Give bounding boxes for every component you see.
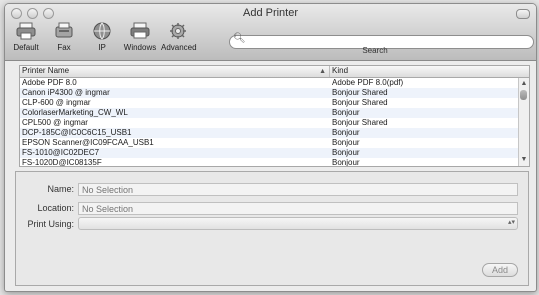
print-using-label: Print Using: bbox=[27, 219, 74, 229]
name-label: Name: bbox=[47, 184, 74, 194]
toolbar-fax-label: Fax bbox=[57, 43, 71, 52]
print-using-select[interactable]: ▴▾ bbox=[78, 217, 518, 230]
printer-details-panel: Name: Location: Print Using: ▴▾ Add bbox=[15, 171, 529, 286]
gear-icon bbox=[161, 20, 195, 42]
printer-kind-cell: Bonjour Shared bbox=[332, 118, 388, 127]
printer-name-cell: Adobe PDF 8.0 bbox=[22, 78, 77, 87]
printer-kind-cell: Bonjour bbox=[332, 108, 360, 117]
printer-kind-cell: Bonjour bbox=[332, 138, 360, 147]
table-row[interactable]: Adobe PDF 8.0 Adobe PDF 8.0(pdf) bbox=[20, 78, 529, 88]
printer-name-cell: ColorlaserMarketing_CW_WL bbox=[22, 108, 128, 117]
toolbar-ip-button[interactable]: IP bbox=[85, 20, 119, 52]
scroll-up-arrow-icon[interactable]: ▲ bbox=[519, 80, 529, 88]
printer-rows: Adobe PDF 8.0 Adobe PDF 8.0(pdf) Canon iP4… bbox=[20, 78, 529, 167]
table-row[interactable]: Canon iP4300 @ ingmar Bonjour Shared bbox=[20, 88, 529, 98]
toolbar-advanced-label: Advanced bbox=[161, 43, 197, 52]
table-row[interactable]: EPSON Scanner@IC09FCAA_USB1 Bonjour bbox=[20, 138, 529, 148]
toolbar-windows-button[interactable]: Windows bbox=[123, 20, 157, 52]
printer-kind-cell: Bonjour Shared bbox=[332, 98, 388, 107]
toolbar-windows-label: Windows bbox=[123, 43, 157, 52]
location-field[interactable] bbox=[78, 202, 518, 215]
scroll-thumb[interactable] bbox=[520, 90, 527, 100]
globe-icon bbox=[85, 20, 119, 42]
table-row[interactable]: CLP-600 @ ingmar Bonjour Shared bbox=[20, 98, 529, 108]
scroll-down-arrow-icon[interactable]: ▼ bbox=[519, 156, 529, 164]
toolbar-default-button[interactable]: Default bbox=[9, 20, 43, 52]
toolbar-default-label: Default bbox=[13, 43, 39, 52]
fax-icon bbox=[47, 20, 81, 42]
table-row[interactable]: FS-1010@IC02DEC7 Bonjour bbox=[20, 148, 529, 158]
add-button[interactable]: Add bbox=[482, 263, 518, 277]
printer-name-cell: CPL500 @ ingmar bbox=[22, 118, 88, 127]
windows-printer-icon bbox=[123, 20, 157, 42]
printer-kind-cell: Bonjour bbox=[332, 158, 360, 167]
printer-name-cell: FS-1010@IC02DEC7 bbox=[22, 148, 100, 157]
printer-kind-cell: Bonjour bbox=[332, 148, 360, 157]
printer-kind-cell: Adobe PDF 8.0(pdf) bbox=[332, 78, 404, 87]
toolbar-advanced-button[interactable]: Advanced bbox=[161, 20, 197, 52]
printer-name-cell: CLP-600 @ ingmar bbox=[22, 98, 91, 107]
titlebar: Add Printer Default Fax IP Windows Advan… bbox=[5, 4, 536, 61]
table-row[interactable]: FS-1020D@IC08135F Bonjour bbox=[20, 158, 529, 167]
printer-icon bbox=[9, 20, 43, 42]
window-title: Add Printer bbox=[242, 7, 299, 19]
search-label: Search bbox=[362, 46, 388, 55]
column-header-printer-name[interactable]: Printer Name ▲ bbox=[20, 66, 330, 77]
add-printer-window: Add Printer Default Fax IP Windows Advan… bbox=[4, 3, 537, 292]
toolbar-fax-button[interactable]: Fax bbox=[47, 20, 81, 52]
printer-name-cell: FS-1020D@IC08135F bbox=[22, 158, 102, 167]
table-row[interactable]: CPL500 @ ingmar Bonjour Shared bbox=[20, 118, 529, 128]
printer-name-cell: EPSON Scanner@IC09FCAA_USB1 bbox=[22, 138, 154, 147]
location-label: Location: bbox=[37, 203, 74, 213]
printer-kind-cell: Bonjour Shared bbox=[332, 88, 388, 97]
sort-ascending-icon: ▲ bbox=[319, 68, 326, 75]
name-field[interactable] bbox=[78, 183, 518, 196]
select-stepper-icon: ▴▾ bbox=[507, 219, 515, 226]
column-header-kind[interactable]: Kind bbox=[330, 66, 516, 77]
search-icon: 🔍︎ bbox=[233, 33, 246, 44]
column-header-printer-name-label: Printer Name bbox=[22, 66, 70, 75]
toolbar-ip-label: IP bbox=[98, 43, 106, 52]
printer-kind-cell: Bonjour bbox=[332, 128, 360, 137]
search-container: 🔍︎ bbox=[229, 32, 534, 49]
printer-list: Printer Name ▲ Kind Adobe PDF 8.0 Adobe P… bbox=[19, 65, 530, 167]
toolbar: Default Fax IP Windows Advanced bbox=[9, 20, 197, 52]
vertical-scrollbar[interactable]: ▲ ▼ bbox=[518, 78, 529, 166]
table-row[interactable]: DCP-185C@IC0C6C15_USB1 Bonjour bbox=[20, 128, 529, 138]
printer-name-cell: Canon iP4300 @ ingmar bbox=[22, 88, 110, 97]
printer-name-cell: DCP-185C@IC0C6C15_USB1 bbox=[22, 128, 132, 137]
list-header: Printer Name ▲ Kind bbox=[20, 66, 529, 78]
table-row[interactable]: ColorlaserMarketing_CW_WL Bonjour bbox=[20, 108, 529, 118]
